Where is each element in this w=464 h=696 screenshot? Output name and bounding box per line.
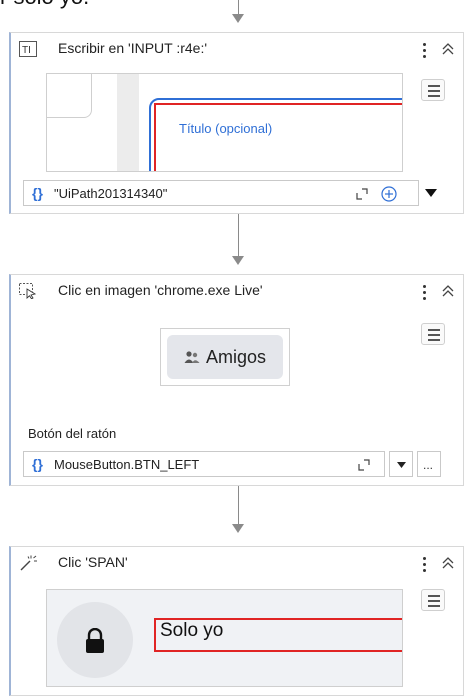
click-image-icon [19, 283, 37, 299]
connector-arrow-icon [232, 524, 244, 533]
friends-button-preview: Amigos [167, 335, 283, 379]
collapse-chevron-icon[interactable] [441, 42, 455, 56]
card-header[interactable]: Clic en imagen 'chrome.exe Live' [11, 275, 463, 307]
mouse-button-field[interactable]: {} MouseButton.BTN_LEFT [23, 451, 385, 477]
more-options-icon[interactable] [419, 40, 429, 61]
add-plus-icon[interactable] [381, 186, 397, 202]
screenshot-span-text: Solo yo [160, 620, 224, 641]
expand-editor-icon[interactable] [356, 188, 368, 200]
activity-card-click-image[interactable]: Clic en imagen 'chrome.exe Live' Amigos … [9, 274, 464, 486]
card-title: Clic 'SPAN' [58, 554, 128, 570]
click-wand-icon [20, 555, 37, 571]
card-header[interactable]: Clic 'SPAN' [11, 547, 463, 579]
friends-icon [184, 351, 200, 363]
expand-editor-icon[interactable] [358, 459, 370, 471]
connector-line [238, 214, 239, 258]
card-title: Clic en imagen 'chrome.exe Live' [58, 282, 263, 298]
mouse-button-label: Botón del ratón [28, 426, 117, 441]
more-button[interactable]: ... [417, 451, 441, 477]
card-header[interactable]: TI Escribir en 'INPUT :r4e:' [11, 33, 463, 65]
connector-arrow-icon [232, 256, 244, 265]
more-button-label: ... [423, 458, 434, 472]
dropdown-caret-icon[interactable] [424, 188, 438, 198]
screenshot-scrollbar [117, 74, 139, 171]
target-screenshot: Solo yo [46, 589, 403, 687]
expression-icon[interactable]: {} [32, 185, 43, 201]
activity-card-click-span[interactable]: Clic 'SPAN' Solo yo [9, 546, 464, 696]
target-image-screenshot: Amigos [160, 328, 290, 386]
mouse-button-dropdown[interactable] [389, 451, 413, 477]
more-options-icon[interactable] [419, 282, 429, 303]
target-highlight [154, 103, 402, 171]
dropdown-caret-icon [397, 462, 406, 468]
card-title: Escribir en 'INPUT :r4e:' [58, 40, 208, 56]
input-value: "UiPath201314340" [54, 186, 168, 201]
input-value: MouseButton.BTN_LEFT [54, 457, 200, 472]
collapse-chevron-icon[interactable] [441, 556, 455, 570]
activity-card-type-into[interactable]: TI Escribir en 'INPUT :r4e:' Título (opc… [9, 32, 464, 214]
lock-icon [86, 628, 104, 653]
properties-menu-button[interactable] [421, 323, 445, 345]
collapse-chevron-icon[interactable] [441, 284, 455, 298]
properties-menu-button[interactable] [421, 79, 445, 101]
svg-text:TI: TI [22, 45, 31, 56]
screenshot-placeholder-text: Título (opcional) [179, 121, 273, 136]
more-options-icon[interactable] [419, 554, 429, 575]
screenshot-button-text: Amigos [205, 346, 267, 367]
properties-menu-button[interactable] [421, 589, 445, 611]
connector-line [238, 486, 239, 526]
type-into-icon: TI [19, 41, 37, 57]
connector-arrow-icon [232, 14, 244, 23]
screenshot-element [47, 74, 92, 118]
target-screenshot: Título (opcional) [46, 73, 403, 172]
text-input-field[interactable]: {} "UiPath201314340" [23, 180, 419, 206]
truncated-text: r solo yo. [0, 0, 89, 10]
expression-icon[interactable]: {} [32, 456, 43, 472]
